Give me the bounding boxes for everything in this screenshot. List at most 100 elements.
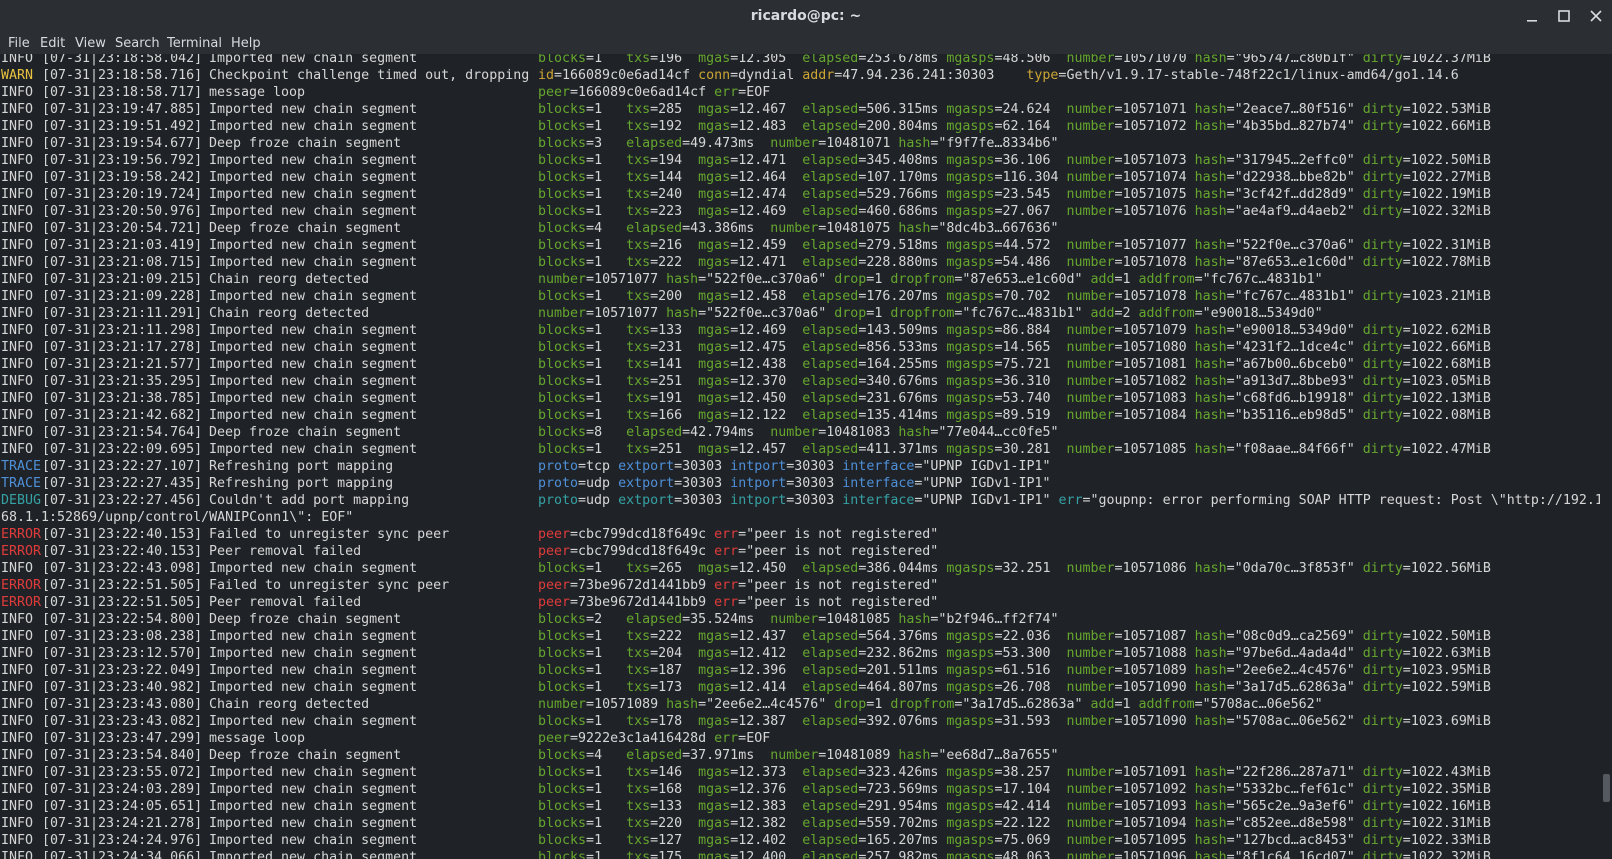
log-key: dirty: [1362, 391, 1403, 406]
scrollbar[interactable]: [1600, 54, 1612, 859]
log-key: number: [1066, 833, 1115, 848]
log-key: peer: [538, 85, 571, 100]
log-value: 53.740: [1002, 391, 1067, 406]
log-key: dirty: [1362, 153, 1403, 168]
log-value: 127: [658, 833, 699, 848]
log-value: "peer is not registered": [746, 544, 939, 559]
minimize-icon[interactable]: [1522, 6, 1542, 26]
log-timestamp: [07-31|23:21:03.419]: [42, 238, 203, 253]
log-value: 1: [594, 782, 627, 797]
log-value: 1022.59MiB: [1410, 680, 1491, 695]
log-value: 86.884: [1002, 323, 1067, 338]
log-value: 1: [874, 306, 891, 321]
log-value: 1: [874, 697, 891, 712]
log-key: elapsed: [802, 170, 859, 185]
log-value: "d22938…bbe82b": [1234, 170, 1363, 185]
log-message: Chain reorg detected: [209, 272, 370, 287]
log-timestamp: [07-31|23:23:43.082]: [42, 714, 203, 729]
log-value: 168: [658, 782, 699, 797]
log-value: 1022.66MiB: [1410, 119, 1491, 134]
log-value: 166089c0e6ad14cf: [578, 85, 715, 100]
log-value: udp: [586, 493, 619, 508]
log-equals: =: [1402, 170, 1411, 185]
menu-file[interactable]: File: [8, 36, 30, 51]
log-value: 12.438: [738, 357, 803, 372]
log-message: Imported new chain segment: [209, 289, 418, 304]
log-value: 231: [658, 340, 699, 355]
log-value: 12.483: [738, 119, 803, 134]
log-value: 12.457: [738, 442, 803, 457]
log-equals: =: [554, 68, 563, 83]
log-equals: =: [1114, 799, 1123, 814]
log-key: txs: [626, 153, 651, 168]
log-equals: =: [650, 833, 659, 848]
menu-view[interactable]: View: [75, 36, 106, 51]
close-icon[interactable]: [1586, 6, 1606, 26]
log-context: peer=73be9672d1441bb9 err="peer is not r…: [538, 594, 938, 611]
menu-help[interactable]: Help: [231, 36, 261, 51]
log-key: txs: [626, 54, 651, 66]
log-key: peer: [538, 731, 571, 746]
log-key: peer: [538, 578, 571, 593]
log-key: hash: [1194, 289, 1227, 304]
log-value: 12.400: [738, 850, 803, 859]
log-equals: =: [1226, 187, 1235, 202]
log-level: INFO: [1, 714, 34, 729]
log-value: 10481071: [826, 136, 899, 151]
menu-search[interactable]: Search: [115, 36, 160, 51]
log-value: 1022.56MiB: [1410, 561, 1491, 576]
log-key: mgas: [698, 102, 731, 117]
log-equals: =: [570, 85, 579, 100]
log-value: 36.106: [1002, 153, 1067, 168]
log-value: 223: [658, 204, 699, 219]
log-message: Imported new chain segment: [209, 119, 418, 134]
log-value: 146: [658, 765, 699, 780]
log-value: 54.486: [1002, 255, 1067, 270]
log-value: 1: [594, 323, 627, 338]
log-value: 1022.16MiB: [1410, 799, 1491, 814]
log-key: elapsed: [802, 561, 859, 576]
log-equals: =: [650, 816, 659, 831]
log-key: txs: [626, 561, 651, 576]
menu-terminal[interactable]: Terminal: [167, 36, 222, 51]
log-timestamp: [07-31|23:22:27.456]: [42, 493, 203, 508]
log-value: 12.475: [738, 340, 803, 355]
log-key: dirty: [1362, 357, 1403, 372]
log-value: 12.471: [738, 255, 803, 270]
log-context: blocks=1 txs=220 mgas=12.382 elapsed=559…: [538, 815, 1491, 832]
log-value: 1: [594, 170, 627, 185]
terminal-output[interactable]: INFO [07-31|23:18:58.042] Imported new cha…: [0, 54, 1600, 859]
log-key: mgasps: [946, 816, 995, 831]
log-value: 10571096: [1122, 850, 1195, 859]
log-key: number: [1066, 374, 1115, 389]
log-level: INFO: [1, 442, 34, 457]
log-key: mgasps: [946, 289, 995, 304]
log-key: mgasps: [946, 238, 995, 253]
log-key: extport: [618, 476, 675, 491]
log-value: "ae4af9…d4aeb2": [1234, 204, 1363, 219]
scrollbar-thumb[interactable]: [1603, 774, 1610, 802]
log-key: hash: [1194, 799, 1227, 814]
log-key: number: [1066, 663, 1115, 678]
log-key: mgasps: [946, 442, 995, 457]
log-key: blocks: [538, 680, 587, 695]
log-context: blocks=1 txs=175 mgas=12.400 elapsed=257…: [538, 849, 1491, 859]
menu-edit[interactable]: Edit: [40, 36, 65, 51]
log-key: blocks: [538, 833, 587, 848]
log-equals: =: [682, 136, 691, 151]
log-key: addfrom: [1138, 272, 1195, 287]
log-value: 30303: [682, 459, 731, 474]
log-key: elapsed: [802, 340, 859, 355]
log-equals: =: [1114, 663, 1123, 678]
log-line: ERROR [07-31|23:22:51.505] Peer removal fa…: [1, 594, 1600, 611]
log-value: 411.371ms: [866, 442, 947, 457]
log-key: hash: [898, 612, 931, 627]
maximize-icon[interactable]: [1554, 6, 1574, 26]
log-key: proto: [538, 476, 579, 491]
log-key: peer: [538, 527, 571, 542]
log-context: number=10571077 hash="522f0e…c370a6" dro…: [538, 305, 1323, 322]
log-value: 23.545: [1002, 187, 1067, 202]
log-line: INFO [07-31|23:21:09.228] Imported new cha…: [1, 288, 1600, 305]
log-level: INFO: [1, 561, 34, 576]
log-equals: =: [650, 629, 659, 644]
